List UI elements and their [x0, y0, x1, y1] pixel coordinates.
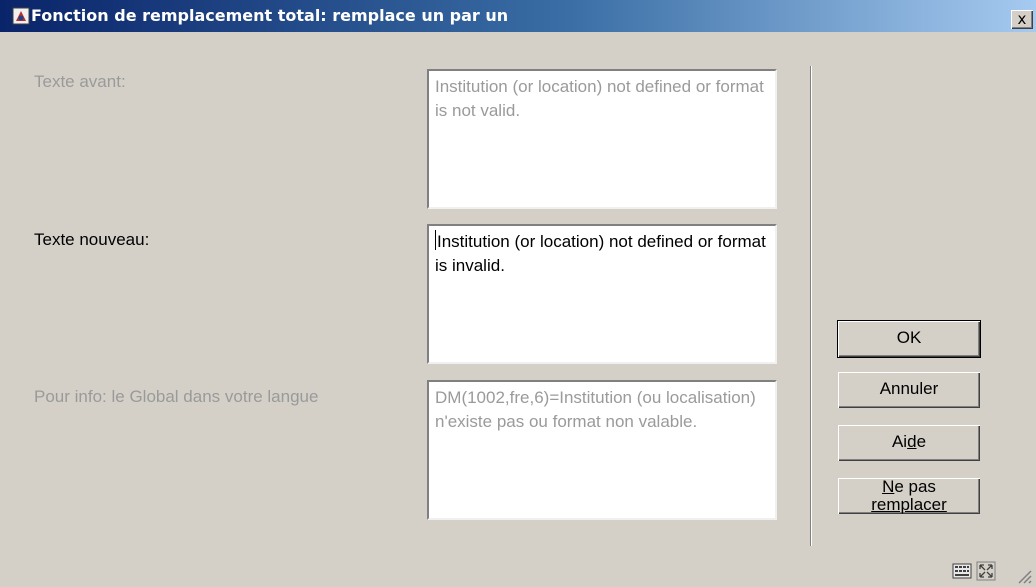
texte-avant-label: Texte avant: [34, 72, 126, 91]
texte-nouveau-field[interactable]: Institution (or location) not defined or… [427, 224, 777, 364]
ne-pas-remplacer-button[interactable]: Ne pas remplacer [838, 478, 980, 514]
close-icon: x [1017, 10, 1027, 28]
aide-button[interactable]: Aide [838, 425, 980, 461]
pour-info-label: Pour info: le Global dans votre langue [34, 387, 319, 406]
replace-dialog: Fonction de remplacement total: remplace… [0, 0, 1036, 587]
close-button[interactable]: x [1011, 10, 1033, 29]
resize-grip-icon[interactable] [1014, 566, 1032, 584]
ne-pas-label: Ne pas [882, 478, 936, 496]
text-caret [435, 230, 436, 250]
texte-nouveau-label: Texte nouveau: [34, 230, 150, 249]
aide-button-label: Aide [891, 432, 927, 451]
title-bar[interactable]: Fonction de remplacement total: remplace… [0, 0, 1036, 32]
texte-avant-field[interactable]: Institution (or location) not defined or… [427, 69, 777, 209]
pour-info-field[interactable]: DM(1002,fre,6)=Institution (ou localisat… [427, 380, 777, 520]
annuler-button-label: Annuler [879, 379, 939, 398]
remplacer-label: remplacer [871, 495, 947, 514]
pour-info-value: DM(1002,fre,6)=Institution (ou localisat… [435, 388, 756, 431]
keyboard-icon[interactable] [952, 562, 972, 580]
app-icon [12, 7, 30, 25]
texte-nouveau-value: Institution (or location) not defined or… [435, 232, 766, 275]
expand-icon[interactable] [976, 561, 996, 581]
ok-button[interactable]: OK [837, 320, 981, 358]
texte-avant-value: Institution (or location) not defined or… [435, 77, 764, 120]
ok-button-label: OK [896, 328, 922, 347]
vertical-divider [810, 66, 812, 546]
window-title: Fonction de remplacement total: remplace… [31, 6, 509, 25]
annuler-button[interactable]: Annuler [838, 372, 980, 408]
